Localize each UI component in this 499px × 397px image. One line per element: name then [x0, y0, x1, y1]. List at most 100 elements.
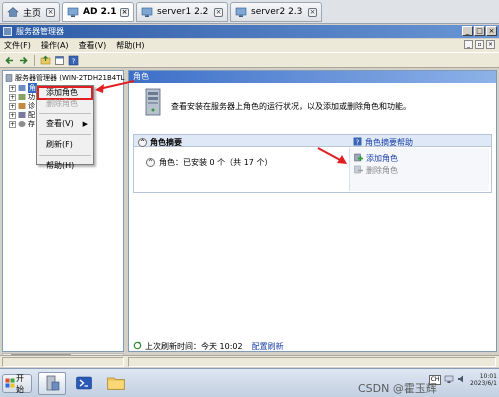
vm-tab-server2[interactable]: server2 2.3 × — [230, 2, 322, 22]
watermark: CSDN @霍玉辉 — [358, 382, 437, 395]
context-menu-view[interactable]: 查看(V) ▶ — [37, 117, 93, 131]
maximize-button[interactable]: □ — [474, 26, 485, 36]
close-icon[interactable]: × — [214, 8, 223, 17]
status-bar — [0, 355, 499, 367]
roles-summary-label: 角色摘要 — [150, 138, 182, 147]
roles-status-line: ^ 角色：已安装 0 个（共 17 个） — [146, 157, 272, 168]
close-button[interactable]: × — [486, 26, 497, 36]
menu-separator — [39, 134, 91, 135]
submenu-arrow-icon: ▶ — [82, 120, 88, 128]
system-clock[interactable]: 10:01 2023/6/1 — [470, 373, 497, 387]
context-menu-refresh[interactable]: 刷新(F) — [37, 138, 93, 152]
roles-summary-help-label: 角色摘要帮助 — [365, 138, 413, 147]
expand-icon[interactable]: + — [9, 93, 16, 101]
vm-icon — [235, 6, 247, 18]
storage-icon — [18, 120, 26, 128]
minimize-button[interactable]: _ — [462, 26, 473, 36]
context-menu-remove-roles: 删除角色 — [37, 100, 93, 110]
windows-logo-icon — [5, 378, 15, 390]
diagnostics-icon — [18, 102, 26, 110]
collapse-icon[interactable]: ^ — [138, 138, 147, 147]
vm-icon — [141, 6, 153, 18]
context-menu-label: 帮助(H) — [46, 161, 75, 170]
properties-icon[interactable] — [54, 55, 65, 66]
collapse-icon[interactable]: ^ — [146, 158, 155, 167]
configuration-icon — [18, 111, 26, 119]
tree-item-storage[interactable]: + 存 — [9, 119, 35, 129]
roles-icon — [18, 84, 26, 92]
menu-view[interactable]: 查看(V) — [79, 39, 107, 52]
status-cell — [128, 357, 496, 367]
expand-icon[interactable]: + — [9, 102, 16, 110]
forward-icon[interactable] — [18, 55, 29, 66]
start-label: 开始 — [16, 373, 24, 394]
roles-status: 角色：已安装 0 个（共 17 个） — [159, 158, 273, 167]
powershell-icon — [75, 374, 93, 394]
vm-tab-ad[interactable]: AD 2.1 × — [62, 2, 134, 22]
server-icon — [5, 74, 13, 82]
vm-tab-server1[interactable]: server1 2.2 × — [136, 2, 228, 22]
context-menu-help[interactable]: 帮助(H) — [37, 159, 93, 173]
svg-text:?: ? — [356, 138, 360, 146]
vm-tab-label: AD 2.1 — [83, 7, 117, 17]
window-title-bar: 服务器管理器 _ □ × — [0, 25, 499, 38]
refresh-icon — [133, 341, 142, 354]
add-roles-link[interactable]: 添加角色 — [354, 153, 398, 164]
close-icon[interactable]: × — [120, 8, 129, 17]
taskbar-server-manager[interactable] — [38, 372, 66, 395]
roles-summary-title[interactable]: ^ 角色摘要 — [138, 137, 182, 148]
network-icon[interactable] — [444, 374, 454, 386]
expand-icon[interactable]: + — [9, 84, 16, 92]
clock-time: 10:01 — [479, 373, 497, 380]
tree-root[interactable]: 服务器管理器 (WIN-2TDH21B4TL — [5, 73, 124, 83]
menu-bar: 文件(F) 操作(A) 查看(V) 帮助(H) _ ▫ × — [0, 39, 499, 52]
server-manager-icon — [43, 374, 61, 394]
menu-separator — [39, 155, 91, 156]
close-icon[interactable]: × — [308, 8, 317, 17]
mdi-minimize-button[interactable]: _ — [464, 40, 473, 49]
roles-actions: 添加角色 删除角色 — [349, 148, 489, 191]
help-icon: ? — [353, 137, 362, 148]
up-folder-icon[interactable] — [40, 55, 51, 66]
vm-icon — [67, 6, 79, 18]
start-button[interactable]: 开始 — [2, 373, 32, 394]
clock-date: 2023/6/1 — [470, 380, 497, 387]
vm-tab-label: server2 2.3 — [251, 7, 303, 17]
last-refresh-text: 上次刷新时间：今天 10:02 — [145, 342, 243, 351]
mdi-close-button[interactable]: × — [486, 40, 495, 49]
menu-file[interactable]: 文件(F) — [4, 39, 31, 52]
roles-summary-help-link[interactable]: ? 角色摘要帮助 — [353, 137, 413, 148]
vm-tab-home[interactable]: 主页 × — [2, 2, 60, 22]
menu-help[interactable]: 帮助(H) — [116, 39, 144, 52]
menu-action[interactable]: 操作(A) — [41, 39, 69, 52]
mdi-restore-button[interactable]: ▫ — [475, 40, 484, 49]
context-menu-label: 删除角色 — [46, 99, 78, 108]
expand-icon[interactable]: + — [9, 111, 16, 119]
status-cell — [2, 357, 124, 367]
add-roles-label: 添加角色 — [366, 154, 398, 163]
context-menu-label: 添加角色 — [46, 88, 78, 97]
taskbar-powershell[interactable] — [70, 372, 98, 395]
add-roles-icon — [354, 153, 363, 164]
expand-icon[interactable]: + — [9, 120, 16, 128]
close-icon[interactable]: × — [46, 8, 55, 17]
features-icon — [18, 93, 26, 101]
details-pane: 角色 查看安装在服务器上角色的运行状况，以及添加或删除角色和功能。 ^ 角色摘要… — [128, 70, 497, 352]
roles-summary-panel: ^ 角色摘要 ? 角色摘要帮助 ^ 角色：已安装 0 个（共 17 个） 添加角… — [133, 134, 492, 193]
context-menu-add-roles[interactable]: 添加角色 — [37, 86, 93, 100]
svg-text:?: ? — [72, 57, 76, 65]
volume-icon[interactable] — [457, 374, 467, 386]
roles-server-icon — [141, 87, 165, 117]
taskbar-explorer[interactable] — [102, 372, 130, 395]
back-icon[interactable] — [4, 55, 15, 66]
context-menu-label: 查看(V) — [46, 119, 74, 128]
configure-refresh-link[interactable]: 配置刷新 — [252, 341, 284, 353]
pane-header: 角色 — [129, 71, 496, 83]
menu-separator — [39, 113, 91, 114]
page-description: 查看安装在服务器上角色的运行状况，以及添加或删除角色和功能。 — [171, 102, 411, 111]
remove-roles-label: 删除角色 — [366, 166, 398, 175]
remove-roles-icon — [354, 165, 363, 176]
help-icon[interactable]: ? — [68, 55, 79, 66]
vm-tab-label: server1 2.2 — [157, 7, 209, 17]
vm-tab-bar: 主页 × AD 2.1 × server1 2.2 × server2 2.3 … — [0, 0, 499, 24]
